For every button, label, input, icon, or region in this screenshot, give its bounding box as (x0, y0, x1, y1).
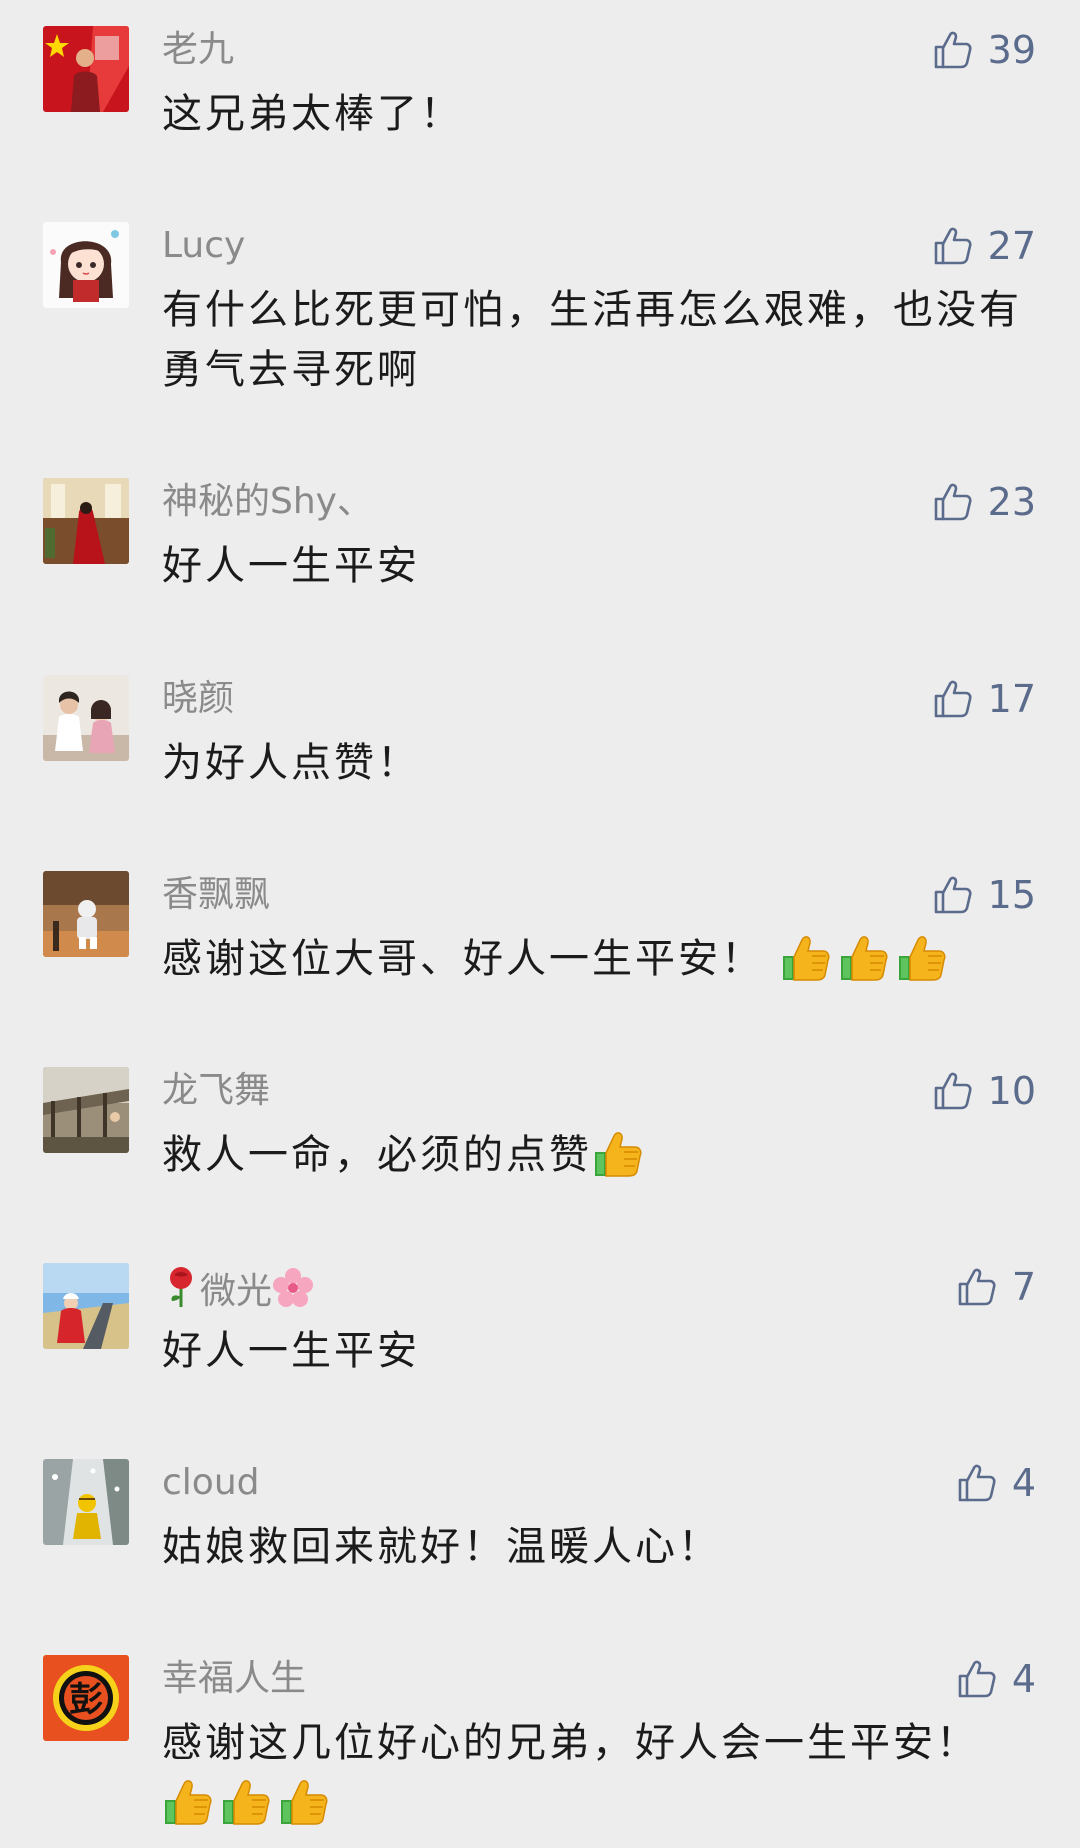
comment-text: 姑娘救回来就好！温暖人心！ (162, 1517, 1032, 1577)
thumbs-up-emoji-icon (838, 932, 890, 984)
comment-text: 好人一生平安 (162, 536, 1032, 596)
like-button[interactable]: 27 (932, 222, 1036, 270)
comment-text-content: 感谢这几位好心的兄弟，好人会一生平安！ (162, 1720, 979, 1766)
thumbs-up-emoji-icon (896, 932, 948, 984)
like-button[interactable]: 7 (956, 1263, 1036, 1311)
like-button[interactable]: 15 (932, 871, 1036, 919)
like-button[interactable]: 23 (932, 478, 1036, 526)
thumbs-up-emoji-icon (220, 1776, 272, 1828)
like-count: 10 (987, 1069, 1036, 1113)
comment-text: 好人一生平安 (162, 1321, 1032, 1381)
avatar[interactable]: 彭 (43, 1655, 129, 1741)
like-count: 4 (1011, 1461, 1036, 1505)
like-count: 39 (987, 28, 1036, 72)
thumbs-up-emoji-icon (592, 1128, 644, 1180)
thumbs-up-outline-icon[interactable] (956, 1266, 998, 1308)
like-button[interactable]: 4 (956, 1655, 1036, 1703)
username[interactable]: 晓颜 (162, 677, 234, 721)
thumbs-up-outline-icon[interactable] (932, 1070, 974, 1112)
comment-text-content: 为好人点赞！ (162, 740, 420, 786)
rose-icon (170, 1267, 192, 1307)
like-count: 7 (1011, 1265, 1036, 1309)
avatar[interactable] (43, 1459, 129, 1545)
comment-text-content: 好人一生平安 (162, 543, 420, 589)
thumbs-up-outline-icon[interactable] (956, 1462, 998, 1504)
comment-text-content: 有什么比死更可怕，生活再怎么艰难，也没有勇气去寻死啊 (162, 287, 1022, 393)
comment-text: 这兄弟太棒了！ (162, 84, 1032, 144)
comment-text: 感谢这位大哥、好人一生平安！ (162, 929, 1032, 989)
thumbs-up-emoji-icon (278, 1776, 330, 1828)
comment-text: 感谢这几位好心的兄弟，好人会一生平安！ (162, 1713, 1032, 1833)
thumbs-up-emoji-icon (162, 1776, 214, 1828)
thumbs-up-outline-icon[interactable] (932, 29, 974, 71)
thumbs-up-outline-icon[interactable] (932, 225, 974, 267)
comment-text: 为好人点赞！ (162, 733, 1032, 793)
comment-text: 救人一命，必须的点赞 (162, 1125, 1032, 1185)
comment-text-content: 感谢这位大哥、好人一生平安！ (162, 936, 764, 982)
avatar-badge-text: 彭 (69, 1680, 103, 1720)
username[interactable]: cloud (162, 1461, 260, 1505)
comment-text-content: 好人一生平安 (162, 1328, 420, 1374)
like-button[interactable]: 4 (956, 1459, 1036, 1507)
avatar[interactable] (43, 478, 129, 564)
username[interactable]: 微光 (162, 1265, 314, 1314)
username[interactable]: 香飘飘 (162, 873, 270, 917)
comment-text-content: 救人一命，必须的点赞 (162, 1132, 592, 1178)
like-button[interactable]: 39 (932, 26, 1036, 74)
like-count: 27 (987, 224, 1036, 268)
thumbs-up-outline-icon[interactable] (932, 678, 974, 720)
thumbs-up-outline-icon[interactable] (956, 1658, 998, 1700)
comment-text-content: 姑娘救回来就好！温暖人心！ (162, 1524, 721, 1570)
like-count: 4 (1011, 1657, 1036, 1701)
avatar[interactable] (43, 871, 129, 957)
emoji-row (162, 1773, 1032, 1833)
avatar[interactable] (43, 1067, 129, 1153)
avatar[interactable] (43, 1263, 129, 1349)
comment-text-content: 这兄弟太棒了！ (162, 91, 463, 137)
username-label: 微光 (200, 1271, 273, 1312)
like-button[interactable]: 17 (932, 675, 1036, 723)
avatar[interactable] (43, 26, 129, 112)
like-button[interactable]: 10 (932, 1067, 1036, 1115)
username[interactable]: 老九 (162, 28, 234, 72)
username[interactable]: 龙飞舞 (162, 1069, 270, 1113)
comment-text: 有什么比死更可怕，生活再怎么艰难，也没有勇气去寻死啊 (162, 280, 1032, 400)
thumbs-up-outline-icon[interactable] (932, 481, 974, 523)
avatar[interactable] (43, 675, 129, 761)
username[interactable]: 幸福人生 (162, 1657, 306, 1701)
thumbs-up-emoji-icon (780, 932, 832, 984)
like-count: 23 (987, 480, 1036, 524)
thumbs-up-outline-icon[interactable] (932, 874, 974, 916)
cherry-blossom-icon (273, 1268, 314, 1307)
username[interactable]: Lucy (162, 224, 245, 268)
like-count: 17 (987, 677, 1036, 721)
username[interactable]: 神秘的Shy、 (162, 480, 373, 524)
like-count: 15 (987, 873, 1036, 917)
avatar[interactable] (43, 222, 129, 308)
